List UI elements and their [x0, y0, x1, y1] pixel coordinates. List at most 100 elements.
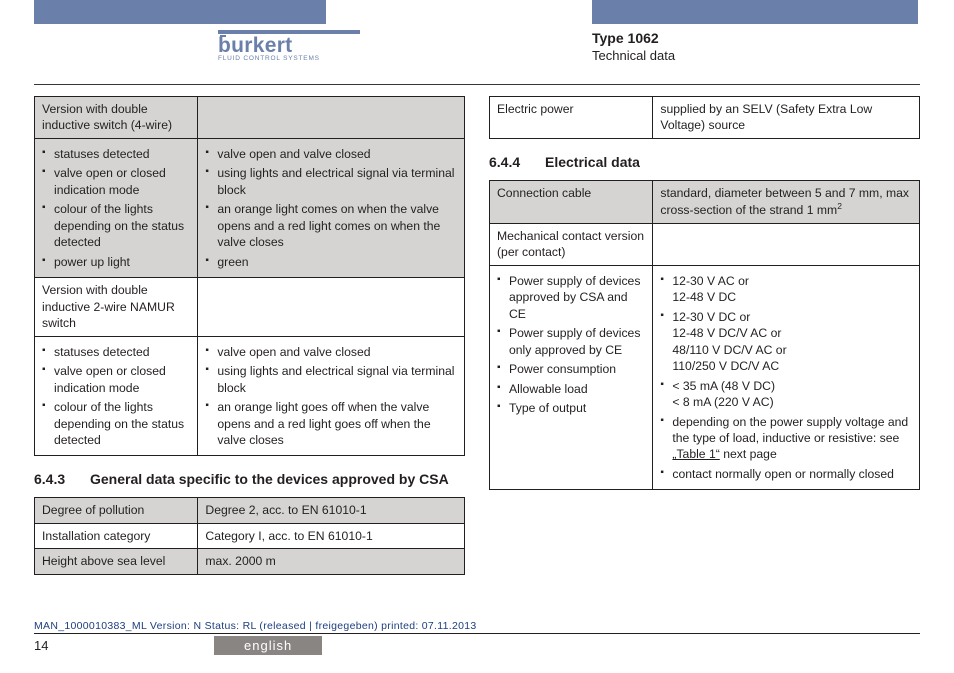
cell-empty: [198, 278, 465, 336]
table-electrical: Connection cable standard, diameter betw…: [489, 180, 920, 491]
table-csa: Degree of pollution Degree 2, acc. to EN…: [34, 497, 465, 574]
table-row: Degree of pollution Degree 2, acc. to EN…: [35, 498, 465, 523]
txt: 12-30 V DC or: [672, 310, 750, 324]
table-link[interactable]: „Table 1“: [672, 447, 719, 461]
list-item: Power consumption: [497, 361, 645, 377]
txt: 12-30 V AC or: [672, 274, 749, 288]
list-item: valve open or closed indication mode: [42, 363, 190, 396]
doc-meta: MAN_1000010383_ML Version: N Status: RL …: [34, 620, 920, 632]
page-number: 14: [34, 638, 94, 653]
table-row: Installation category Category I, acc. t…: [35, 523, 465, 548]
page-footer: MAN_1000010383_ML Version: N Status: RL …: [34, 620, 920, 655]
cell-empty: [653, 223, 920, 265]
header-bar-left: [34, 0, 326, 24]
column-left: Version with double inductive switch (4-…: [34, 96, 465, 613]
table-row: Height above sea level max. 2000 m: [35, 549, 465, 574]
list-item: valve open and valve closed: [205, 344, 457, 360]
header-rule: [34, 84, 920, 85]
list-item: green: [205, 254, 457, 270]
table-row: Electric power supplied by an SELV (Safe…: [490, 97, 920, 139]
section-heading-643: 6.4.3 General data specific to the devic…: [34, 470, 465, 489]
section-title: Electrical data: [545, 153, 920, 172]
cell: valve open and valve closed using lights…: [198, 336, 465, 456]
header-right: Type 1062 Technical data: [592, 30, 675, 63]
brand-tagline: FLUID CONTROL SYSTEMS: [218, 55, 360, 62]
brand-name: burkert: [218, 37, 360, 55]
txt: 48/110 V DC/V AC or: [672, 343, 786, 357]
section-num: 6.4.3: [34, 470, 90, 489]
txt: next page: [720, 447, 777, 461]
list-item: 12-30 V DC or 12-48 V DC/V AC or 48/110 V …: [660, 309, 912, 375]
header-bar-right: [592, 0, 918, 24]
page-header: burkert FLUID CONTROL SYSTEMS Type 1062 …: [34, 28, 920, 78]
cell: standard, diameter between 5 and 7 mm, m…: [653, 180, 920, 223]
cell: 12-30 V AC or12-48 V DC 12-30 V DC or12-…: [653, 265, 920, 490]
cell-text: standard, diameter between 5 and 7 mm, m…: [660, 186, 909, 218]
txt: < 8 mA (220 V AC): [672, 395, 773, 409]
cell: valve open and valve closed using lights…: [198, 138, 465, 277]
superscript: 2: [837, 201, 842, 211]
list-item: Type of output: [497, 400, 645, 416]
language-badge: english: [214, 636, 322, 655]
list-item: < 35 mA (48 V DC) < 8 mA (220 V AC): [660, 378, 912, 411]
list-item: using lights and electrical signal via t…: [205, 363, 457, 396]
content-columns: Version with double inductive switch (4-…: [34, 96, 920, 613]
list-item: Allowable load: [497, 381, 645, 397]
list-item: Power supply of devices only approved by…: [497, 325, 645, 358]
list-item: Power supply of devices approved by CSA …: [497, 273, 645, 322]
txt: depending on the power supply voltage an…: [672, 415, 908, 445]
table-row: Connection cable standard, diameter betw…: [490, 180, 920, 223]
cell-header: Version with double inductive 2-wire NAM…: [35, 278, 198, 336]
cell: max. 2000 m: [198, 549, 465, 574]
table-lights: Version with double inductive switch (4-…: [34, 96, 465, 456]
table-row: Version with double inductive 2-wire NAM…: [35, 278, 465, 336]
cell: Degree of pollution: [35, 498, 198, 523]
cell-empty: [198, 97, 465, 139]
cell: Category I, acc. to EN 61010-1: [198, 523, 465, 548]
txt: < 35 mA (48 V DC): [672, 379, 775, 393]
page: burkert FLUID CONTROL SYSTEMS Type 1062 …: [0, 0, 954, 673]
section-heading-644: 6.4.4 Electrical data: [489, 153, 920, 172]
table-row: statuses detected valve open or closed i…: [35, 336, 465, 456]
table-row: Mechanical contact version (per contact): [490, 223, 920, 265]
cell: Connection cable: [490, 180, 653, 223]
cell-header: Version with double inductive switch (4-…: [35, 97, 198, 139]
cell: statuses detected valve open or closed i…: [35, 336, 198, 456]
list-item: colour of the lights depending on the st…: [42, 201, 190, 250]
table-row: statuses detected valve open or closed i…: [35, 138, 465, 277]
cell-header: Mechanical contact version (per contact): [490, 223, 653, 265]
cell: Height above sea level: [35, 549, 198, 574]
cell: statuses detected valve open or closed i…: [35, 138, 198, 277]
list-item: using lights and electrical signal via t…: [205, 165, 457, 198]
list-item: power up light: [42, 254, 190, 270]
list-item: statuses detected: [42, 146, 190, 162]
list-item: an orange light goes off when the valve …: [205, 399, 457, 448]
cell: supplied by an SELV (Safety Extra Low Vo…: [653, 97, 920, 139]
table-power: Electric power supplied by an SELV (Safe…: [489, 96, 920, 139]
doc-section: Technical data: [592, 48, 675, 63]
cell: Degree 2, acc. to EN 61010-1: [198, 498, 465, 523]
brand-logo: burkert FLUID CONTROL SYSTEMS: [218, 30, 360, 62]
list-item: valve open or closed indication mode: [42, 165, 190, 198]
footer-rule: [34, 633, 920, 634]
cell: Power supply of devices approved by CSA …: [490, 265, 653, 490]
list-item: contact normally open or normally closed: [660, 466, 912, 482]
list-item: 12-30 V AC or12-48 V DC: [660, 273, 912, 306]
header-bars: [0, 0, 954, 24]
table-row: Power supply of devices approved by CSA …: [490, 265, 920, 490]
cell: Electric power: [490, 97, 653, 139]
footer-row: 14 english: [34, 636, 920, 655]
table-row: Version with double inductive switch (4-…: [35, 97, 465, 139]
list-item: colour of the lights depending on the st…: [42, 399, 190, 448]
list-item: an orange light comes on when the valve …: [205, 201, 457, 250]
section-num: 6.4.4: [489, 153, 545, 172]
section-title: General data specific to the devices app…: [90, 470, 465, 489]
txt: 12-48 V DC/V AC or: [672, 326, 781, 340]
doc-type: Type 1062: [592, 30, 675, 46]
txt: 110/250 V DC/V AC: [672, 359, 779, 373]
list-item: depending on the power supply voltage an…: [660, 414, 912, 463]
cell: Installation category: [35, 523, 198, 548]
list-item: valve open and valve closed: [205, 146, 457, 162]
column-right: Electric power supplied by an SELV (Safe…: [489, 96, 920, 613]
list-item: statuses detected: [42, 344, 190, 360]
